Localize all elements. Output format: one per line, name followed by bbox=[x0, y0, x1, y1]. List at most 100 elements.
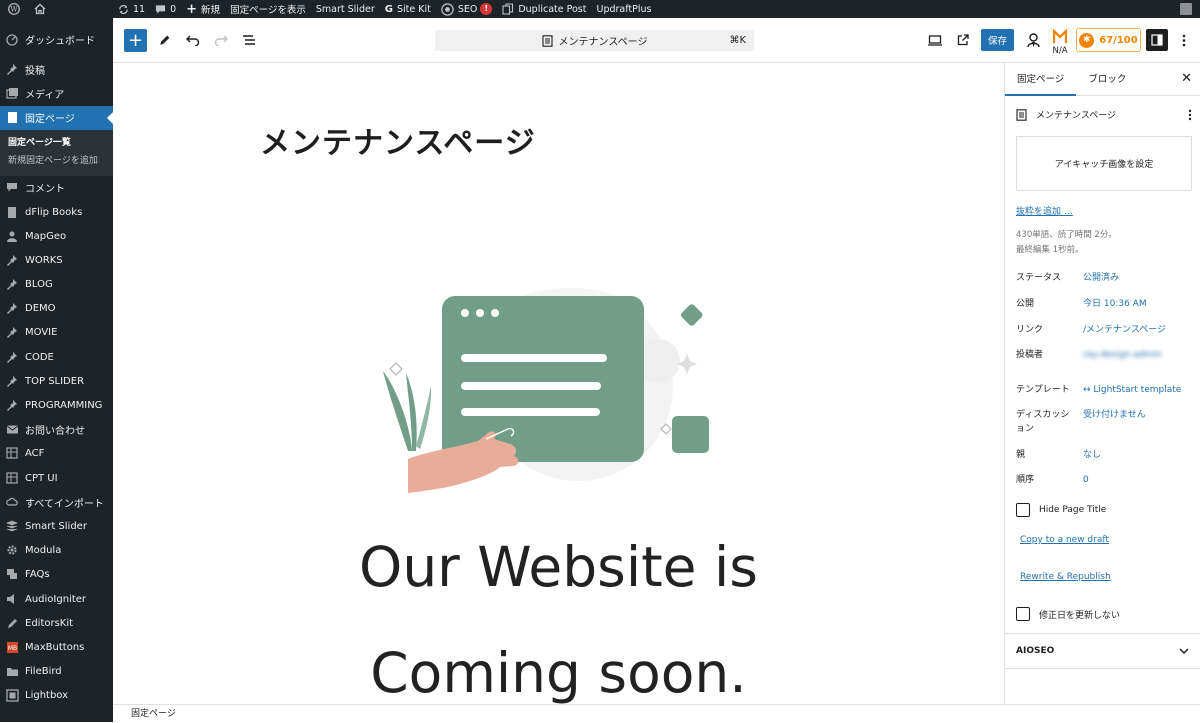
block-inserter-button[interactable]: + bbox=[124, 29, 147, 52]
command-title: メンテナンスページ bbox=[558, 37, 648, 48]
aioseo-label: AIOSEO bbox=[1016, 646, 1055, 656]
seo-score-button[interactable]: ✱ 67/100 bbox=[1076, 28, 1141, 52]
menu-item-label: お問い合わせ bbox=[25, 426, 85, 438]
property-value[interactable]: 今日 10:36 AM bbox=[1083, 297, 1147, 311]
document-overview-button[interactable] bbox=[240, 31, 258, 49]
mail-icon bbox=[6, 423, 19, 436]
menu-item-label: WORKS bbox=[25, 254, 63, 266]
page-title[interactable]: メンテナンスページ bbox=[260, 118, 536, 162]
no-update-date-checkbox[interactable]: 修正日を更新しない bbox=[1016, 607, 1120, 621]
rewrite-republish-link[interactable]: Rewrite & Republish bbox=[1020, 572, 1111, 582]
redo-button[interactable] bbox=[212, 31, 230, 49]
aioseo-panel-header[interactable]: AIOSEO bbox=[1005, 633, 1200, 669]
property-row: ステータス 公開済み bbox=[1016, 271, 1196, 285]
plus-icon: + bbox=[186, 1, 198, 17]
menu-item-2[interactable]: 投稿 bbox=[0, 57, 113, 81]
wordpress-logo-icon[interactable]: W bbox=[0, 0, 29, 18]
menu-item-5[interactable]: コメント bbox=[0, 176, 113, 200]
comment-icon bbox=[156, 4, 166, 14]
property-value[interactable]: 公開済み bbox=[1083, 271, 1119, 285]
seo-link[interactable]: SEO ! bbox=[436, 0, 498, 18]
menu-item-21[interactable]: FAQs bbox=[0, 563, 113, 587]
menu-item-12[interactable]: CODE bbox=[0, 345, 113, 369]
menu-item-25[interactable]: FileBird bbox=[0, 660, 113, 684]
menu-item-1[interactable]: ダッシュボード bbox=[0, 27, 113, 51]
menu-item-8[interactable]: WORKS bbox=[0, 248, 113, 272]
menu-item-23[interactable]: EditorsKit bbox=[0, 611, 113, 635]
submenu-add-new-page[interactable]: 新規固定ページを追加 bbox=[0, 152, 113, 170]
na-label: N/A bbox=[1052, 45, 1068, 56]
heading-line-2[interactable]: Coming soon. bbox=[113, 641, 1004, 704]
property-label: 投稿者 bbox=[1016, 350, 1044, 360]
readability-widget[interactable]: N/A bbox=[1049, 25, 1071, 59]
pencil-icon bbox=[159, 35, 169, 45]
heading-line-1[interactable]: Our Website is bbox=[113, 535, 1004, 599]
updates-link[interactable]: 11 bbox=[113, 0, 150, 18]
close-icon[interactable]: ✕ bbox=[1181, 71, 1192, 86]
google-g-icon: G bbox=[384, 3, 393, 15]
featured-image-button[interactable]: アイキャッチ画像を設定 bbox=[1016, 136, 1192, 191]
site-kit-link[interactable]: G Site Kit bbox=[380, 0, 436, 18]
menu-item-label: コメント bbox=[25, 184, 65, 196]
save-button[interactable]: 保存 bbox=[981, 29, 1014, 51]
copy-draft-link[interactable]: Copy to a new draft bbox=[1020, 535, 1109, 545]
tab-page[interactable]: 固定ページ bbox=[1005, 63, 1077, 96]
property-label: 公開 bbox=[1016, 299, 1035, 309]
menu-item-20[interactable]: Modula bbox=[0, 539, 113, 563]
more-options-button[interactable] bbox=[1176, 30, 1192, 50]
comments-link[interactable]: 0 bbox=[150, 0, 181, 18]
menu-item-7[interactable]: MapGeo bbox=[0, 224, 113, 248]
menu-item-17[interactable]: CPT UI bbox=[0, 466, 113, 490]
hide-title-checkbox[interactable]: Hide Page Title bbox=[1016, 503, 1106, 517]
property-value[interactable]: ↔ LightStart template bbox=[1083, 383, 1181, 397]
property-value[interactable]: 0 bbox=[1083, 473, 1089, 487]
menu-item-13[interactable]: TOP SLIDER bbox=[0, 369, 113, 393]
menu-item-16[interactable]: ACF bbox=[0, 442, 113, 466]
aioseo-icon bbox=[441, 2, 454, 16]
menu-item-label: TOP SLIDER bbox=[25, 375, 85, 387]
duplicate-post-link[interactable]: Duplicate Post bbox=[497, 0, 591, 18]
menu-item-6[interactable]: dFlip Books bbox=[0, 200, 113, 224]
menu-item-11[interactable]: MOVIE bbox=[0, 321, 113, 345]
updates-count: 11 bbox=[133, 3, 146, 15]
menu-item-26[interactable]: Lightbox bbox=[0, 684, 113, 708]
preview-button[interactable] bbox=[926, 31, 944, 49]
duplicate-post-label: Duplicate Post bbox=[518, 3, 587, 15]
gear-icon bbox=[6, 544, 19, 557]
menu-item-9[interactable]: BLOG bbox=[0, 273, 113, 297]
add-excerpt-link[interactable]: 抜粋を追加 … bbox=[1016, 204, 1073, 217]
property-value[interactable]: ray-design-admin bbox=[1083, 348, 1162, 362]
view-page-button[interactable] bbox=[954, 31, 972, 49]
view-page-link[interactable]: 固定ページを表示 bbox=[225, 0, 311, 18]
property-value[interactable]: なし bbox=[1083, 448, 1101, 462]
kebab-menu-icon[interactable] bbox=[1188, 109, 1192, 121]
new-content-link[interactable]: + 新規 bbox=[181, 0, 225, 18]
command-palette-bar[interactable]: メンテナンスページ ⌘K bbox=[435, 30, 754, 51]
menu-item-19[interactable]: Smart Slider bbox=[0, 514, 113, 538]
menu-item-18[interactable]: すべてインポート bbox=[0, 490, 113, 514]
submenu-all-pages[interactable]: 固定ページ一覧 bbox=[0, 134, 113, 152]
menu-item-10[interactable]: DEMO bbox=[0, 297, 113, 321]
checkbox-box[interactable] bbox=[1016, 503, 1030, 517]
property-value[interactable]: /メンテナンスページ bbox=[1083, 323, 1166, 337]
updraftplus-link[interactable]: UpdraftPlus bbox=[591, 0, 656, 18]
menu-item-14[interactable]: PROGRAMMING bbox=[0, 393, 113, 417]
menu-item-24[interactable]: MB MaxButtons bbox=[0, 635, 113, 659]
smart-slider-link[interactable]: Smart Slider bbox=[311, 0, 380, 18]
menu-item-3[interactable]: メディア bbox=[0, 81, 113, 105]
breadcrumb-item[interactable]: 固定ページ bbox=[131, 709, 176, 719]
tools-button[interactable] bbox=[155, 31, 173, 49]
menu-item-15[interactable]: お問い合わせ bbox=[0, 418, 113, 442]
property-value[interactable]: 受け付けません bbox=[1083, 408, 1146, 436]
home-icon[interactable] bbox=[29, 0, 55, 18]
menu-item-4[interactable]: 固定ページ bbox=[0, 105, 113, 130]
undo-button[interactable] bbox=[184, 31, 202, 49]
menu-item-22[interactable]: AudioIgniter bbox=[0, 587, 113, 611]
user-switch-button[interactable] bbox=[1023, 30, 1043, 50]
checkbox-box[interactable] bbox=[1016, 607, 1030, 621]
user-avatar[interactable] bbox=[1180, 3, 1192, 15]
tab-block[interactable]: ブロック bbox=[1076, 63, 1138, 96]
document-header: メンテナンスページ bbox=[1016, 108, 1196, 121]
settings-sidebar-toggle[interactable] bbox=[1146, 29, 1168, 51]
sidebar-tabs: 固定ページ ブロック ✕ bbox=[1005, 63, 1200, 96]
